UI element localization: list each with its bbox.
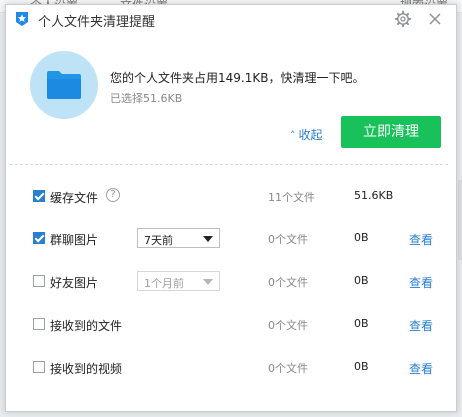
- view-link[interactable]: 查看: [409, 231, 433, 248]
- collapse-label: 收起: [298, 128, 323, 142]
- selected-size: 已选择51.6KB: [110, 92, 183, 105]
- row-label: 接收到的文件: [50, 319, 123, 333]
- view-link[interactable]: 查看: [409, 274, 433, 291]
- chevron-down-icon: [203, 236, 213, 242]
- file-size: 0B: [354, 360, 369, 373]
- cleanup-dialog: 个人文件夹清理提醒 您的个人文件夹占用149.1KB，快清理一下吧。 已选择51…: [5, 4, 457, 412]
- file-size: 0B: [354, 274, 369, 287]
- file-size: 0B: [354, 231, 369, 244]
- chevron-down-icon: [203, 279, 213, 285]
- file-count: 0个文件: [268, 319, 308, 332]
- row-label: 缓存文件: [50, 191, 99, 205]
- group-images-checkbox[interactable]: [33, 232, 45, 244]
- list-item: 缓存文件 ? 11个文件 51.6KB: [6, 186, 456, 208]
- list-item: 群聊图片 7天前 0个文件 0B 查看: [6, 228, 456, 250]
- view-link[interactable]: 查看: [409, 360, 433, 377]
- list-item: 接收到的文件 0个文件 0B 查看: [6, 314, 456, 336]
- group-images-age-select[interactable]: 7天前: [137, 228, 220, 248]
- list-item: 接收到的视频 0个文件 0B 查看: [6, 357, 456, 379]
- file-size: 51.6KB: [354, 189, 394, 202]
- file-count: 11个文件: [268, 191, 315, 204]
- qq-star-icon: [14, 11, 30, 27]
- dialog-title: 个人文件夹清理提醒: [38, 15, 156, 30]
- divider: [10, 164, 448, 165]
- gear-icon[interactable]: [394, 10, 412, 28]
- row-label: 好友图片: [50, 276, 99, 290]
- chevron-up-icon: ˄: [290, 129, 296, 142]
- collapse-link[interactable]: ˄ 收起: [290, 126, 323, 143]
- friend-images-checkbox[interactable]: [33, 275, 45, 287]
- select-value: 7天前: [144, 234, 173, 247]
- file-size: 0B: [354, 317, 369, 330]
- view-link[interactable]: 查看: [409, 317, 433, 334]
- received-videos-checkbox[interactable]: [33, 361, 45, 373]
- background-scroll-edge: [458, 180, 462, 260]
- list-item: 好友图片 1个月前 0个文件 0B 查看: [6, 271, 456, 293]
- close-icon[interactable]: [426, 10, 444, 28]
- folder-icon: [47, 71, 81, 99]
- file-count: 0个文件: [268, 233, 308, 246]
- select-value: 1个月前: [144, 277, 184, 290]
- row-label: 接收到的视频: [50, 362, 123, 376]
- title-bar: 个人文件夹清理提醒: [6, 5, 456, 33]
- cache-files-checkbox[interactable]: [33, 190, 45, 202]
- clean-now-button[interactable]: 立即清理: [341, 116, 441, 148]
- file-count: 0个文件: [268, 362, 308, 375]
- question-circle-icon[interactable]: ?: [106, 188, 120, 202]
- friend-images-age-select[interactable]: 1个月前: [137, 271, 220, 291]
- received-files-checkbox[interactable]: [33, 318, 45, 330]
- usage-summary: 您的个人文件夹占用149.1KB，快清理一下吧。: [110, 71, 365, 85]
- file-count: 0个文件: [268, 276, 308, 289]
- folder-badge: [30, 51, 98, 119]
- row-label: 群聊图片: [50, 233, 99, 247]
